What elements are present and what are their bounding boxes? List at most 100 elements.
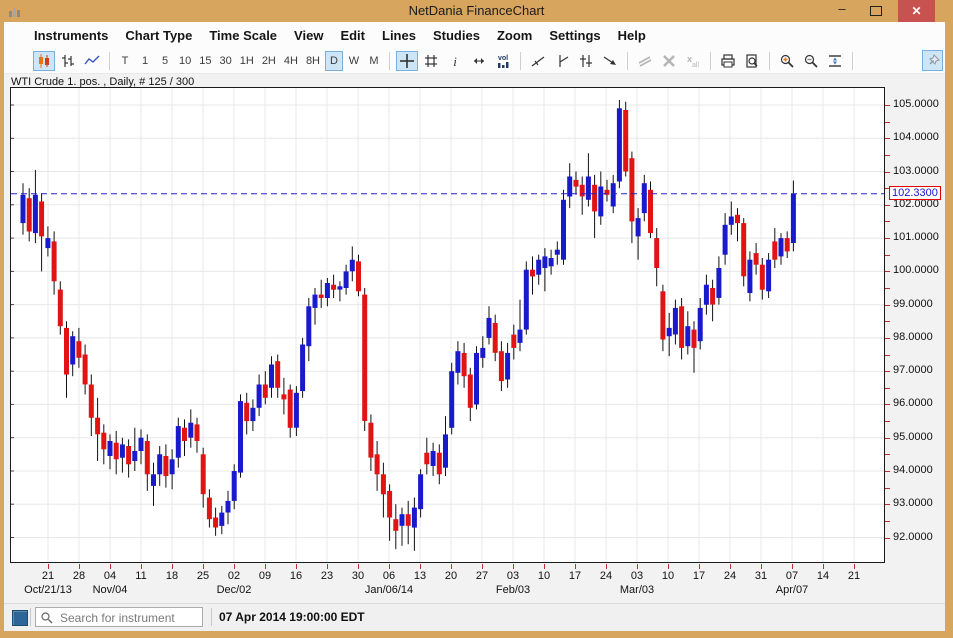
menu-view[interactable]: View [294, 28, 323, 43]
pin-icon [925, 53, 941, 69]
toolbar: T 1 5 10 15 30 1H 2H 4H 8H D W Mi vol x all [4, 48, 945, 74]
crosshair-icon [399, 53, 415, 69]
toolbar-scale-weekly-button[interactable]: W [345, 51, 363, 71]
chart-area: WTI Crude 1. pos. , Daily, # 125 / 300 1… [4, 74, 945, 603]
toolbar-vertical-line-button[interactable] [551, 51, 573, 71]
line-chart-icon [84, 53, 100, 69]
time-axis-label: 03 [506, 570, 520, 582]
svg-text:vol: vol [498, 55, 508, 62]
toolbar-line-chart-button[interactable] [81, 51, 103, 71]
toolbar-horizontal-scroll-button[interactable] [468, 51, 490, 71]
menu-time-scale[interactable]: Time Scale [209, 28, 277, 43]
toolbar-scale-30min-button[interactable]: 30 [217, 51, 235, 71]
menu-studies[interactable]: Studies [433, 28, 480, 43]
toolbar-delete-all-lines-button[interactable]: x all [682, 51, 704, 71]
toolbar-candlestick-chart-button[interactable] [33, 50, 55, 71]
toolbar-fit-vertical-button[interactable] [824, 51, 846, 71]
price-axis-label: 98.0000 [893, 330, 933, 343]
toolbar-separator [769, 51, 770, 70]
print-preview-icon [744, 53, 760, 69]
search-input[interactable] [58, 609, 202, 627]
horizontal-arrows-icon [471, 53, 487, 69]
toolbar-delete-line-button[interactable] [658, 51, 680, 71]
trend-line-icon [530, 53, 546, 69]
time-axis-month-label: Nov/04 [92, 584, 128, 596]
finance-chart-window: NetDania FinanceChart – ✕ Instruments Cha… [0, 0, 953, 638]
toolbar-scale-1hour-button[interactable]: 1H [237, 51, 257, 71]
fit-vertical-icon [827, 53, 843, 69]
price-axis-label: 95.0000 [893, 430, 933, 443]
time-axis-label: 14 [816, 570, 830, 582]
instrument-search-box[interactable] [35, 607, 203, 627]
toolbar-scale-2hour-button[interactable]: 2H [259, 51, 279, 71]
svg-text:i: i [453, 54, 457, 69]
price-axis-label: 101.0000 [893, 231, 939, 244]
time-axis[interactable]: 21 28 04 11 18 25 02 09 16 23 30 06 13 20 27 03 10 17 24 03… [10, 563, 900, 601]
time-axis-label: 27 [475, 570, 489, 582]
time-axis-label: 24 [723, 570, 737, 582]
time-axis-label: 21 [847, 570, 861, 582]
toolbar-zoom-out-button[interactable] [800, 51, 822, 71]
menu-zoom[interactable]: Zoom [497, 28, 532, 43]
toolbar-volume-button[interactable]: vol [492, 51, 514, 71]
toolbar-scale-8hour-button[interactable]: 8H [303, 51, 323, 71]
toolbar-scale-monthly-button[interactable]: M [365, 51, 383, 71]
toolbar-print-button[interactable] [717, 51, 739, 71]
toolbar-move-lines-button[interactable] [634, 51, 656, 71]
maximize-icon [870, 6, 882, 16]
ohlc-bars-icon [60, 53, 76, 69]
candlestick-icon [36, 53, 52, 69]
menu-help[interactable]: Help [618, 28, 646, 43]
toolbar-scale-1min-button[interactable]: 1 [136, 51, 154, 71]
price-axis-label: 105.0000 [893, 98, 939, 110]
status-bar: 07 Apr 2014 19:00:00 EDT [4, 603, 945, 631]
toolbar-scale-4hour-button[interactable]: 4H [281, 51, 301, 71]
time-axis-label: 30 [351, 570, 365, 582]
menu-instruments[interactable]: Instruments [34, 28, 108, 43]
price-axis-label: 92.0000 [893, 530, 933, 543]
move-lines-icon [637, 53, 653, 69]
menu-chart-type[interactable]: Chart Type [125, 28, 192, 43]
toolbar-ohlc-bar-chart-button[interactable] [57, 51, 79, 71]
menu-edit[interactable]: Edit [340, 28, 365, 43]
toolbar-scale-daily-button[interactable]: D [325, 50, 343, 71]
zoom-out-icon [803, 53, 819, 69]
time-axis-label: 13 [413, 570, 427, 582]
toolbar-print-preview-button[interactable] [741, 51, 763, 71]
window-title: NetDania FinanceChart [408, 3, 545, 18]
toolbar-scale-10min-button[interactable]: 10 [176, 51, 194, 71]
price-axis[interactable]: 105.0000 104.0000 103.0000 102.0000 101.0000… [885, 87, 945, 587]
time-axis-label: 21 [41, 570, 55, 582]
toolbar-crosshair-button[interactable] [396, 50, 418, 71]
time-axis-label: 31 [754, 570, 768, 582]
price-axis-label: 103.0000 [893, 164, 939, 177]
time-axis-label: 24 [599, 570, 613, 582]
toolbar-scale-15min-button[interactable]: 15 [196, 51, 214, 71]
time-axis-label: 10 [537, 570, 551, 582]
toolbar-arrow-tool-button[interactable] [599, 51, 621, 71]
toolbar-trend-line-button[interactable] [527, 51, 549, 71]
toolbar-scale-5min-button[interactable]: 5 [156, 51, 174, 71]
price-axis-label: 100.0000 [893, 264, 939, 277]
title-bar[interactable]: NetDania FinanceChart – ✕ [0, 0, 953, 22]
toolbar-tick-scale-button[interactable]: T [116, 51, 134, 71]
menu-lines[interactable]: Lines [382, 28, 416, 43]
maximize-button[interactable] [863, 0, 889, 22]
time-axis-label: 10 [661, 570, 675, 582]
print-icon [720, 53, 736, 69]
toolbar-info-button[interactable]: i [444, 51, 466, 71]
minimize-button[interactable]: – [829, 0, 855, 22]
toolbar-grid-button[interactable] [420, 51, 442, 71]
menu-settings[interactable]: Settings [549, 28, 600, 43]
time-axis-label: 28 [72, 570, 86, 582]
price-axis-label: 96.0000 [893, 397, 933, 410]
time-axis-month-label: Apr/07 [775, 584, 809, 596]
toolbar-zoom-in-button[interactable] [776, 51, 798, 71]
close-button[interactable]: ✕ [898, 0, 935, 22]
toolbar-pin-button[interactable] [922, 50, 943, 71]
time-axis-label: 02 [227, 570, 241, 582]
status-app-icon[interactable] [12, 610, 28, 626]
candlestick-plot[interactable] [10, 87, 885, 563]
toolbar-parallel-lines-button[interactable] [575, 51, 597, 71]
time-axis-label: 17 [568, 570, 582, 582]
